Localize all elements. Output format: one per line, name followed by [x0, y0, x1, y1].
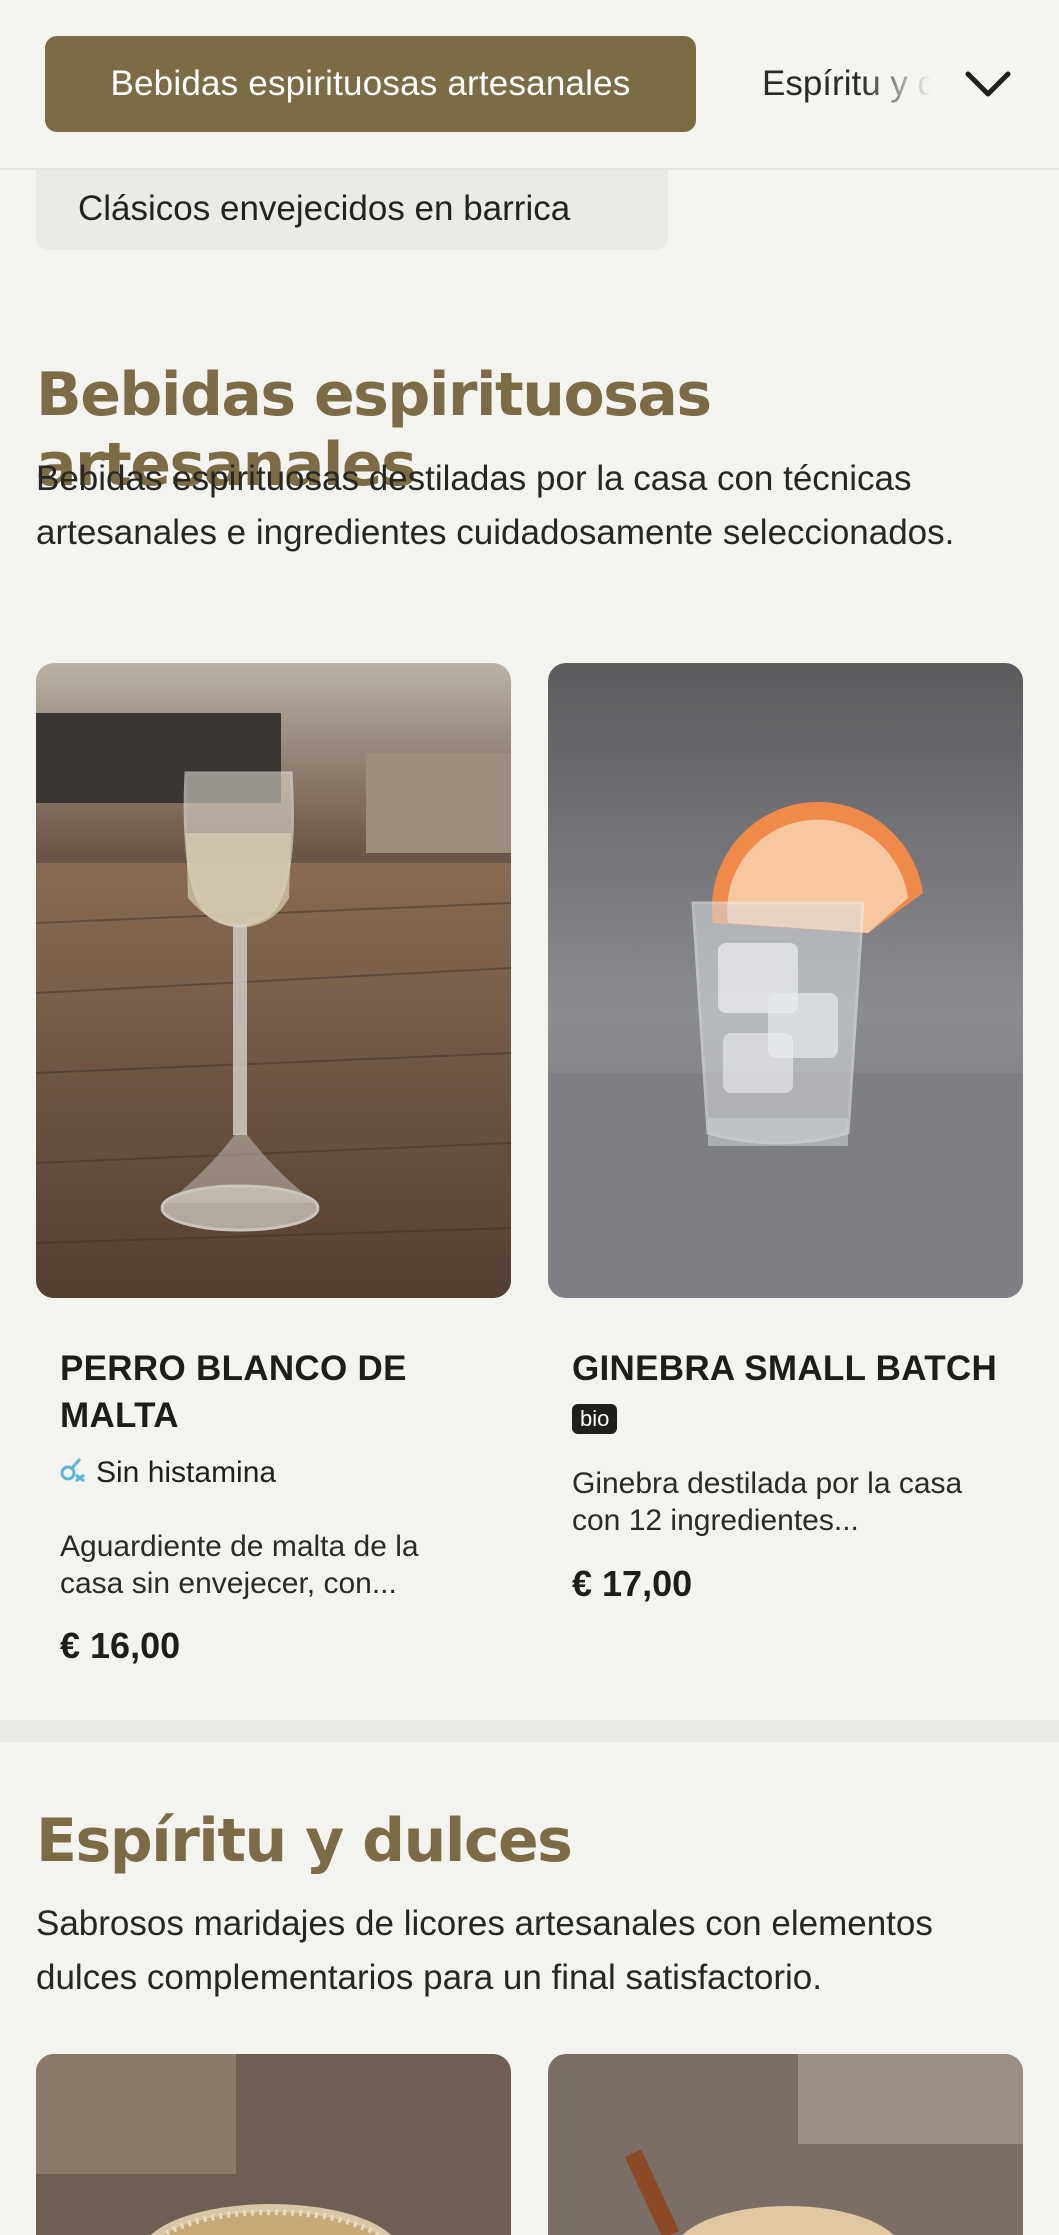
section-description: Sabrosos maridajes de licores artesanale… — [36, 1904, 933, 1997]
product-description: Aguardiente de malta de la casa sin enve… — [60, 1530, 419, 1600]
histamine-free-icon — [58, 1455, 86, 1491]
product-description: Ginebra destilada por la casa con 12 ing… — [572, 1467, 963, 1537]
organic-badge: bio — [572, 1404, 618, 1434]
category-tab-active[interactable]: Bebidas espirituosas artesanales — [45, 36, 696, 132]
product-image[interactable] — [548, 2054, 1023, 2235]
allergen-tag: Sin histamina — [58, 1455, 276, 1491]
product-price: € 16,00 — [60, 1625, 181, 1666]
chevron-down-icon[interactable] — [958, 58, 1018, 110]
allergen-label: Sin histamina — [96, 1456, 277, 1489]
section-title: Espíritu y dulces — [36, 1806, 573, 1876]
section-description: Bebidas espirituosas destiladas por la c… — [36, 459, 955, 552]
product-image[interactable] — [36, 663, 511, 1298]
product-image[interactable] — [36, 2054, 511, 2235]
category-bar: Bebidas espirituosas artesanales Espírit… — [0, 0, 1059, 170]
category-fade-overlay — [860, 40, 950, 128]
product-price: € 17,00 — [572, 1563, 693, 1604]
section-divider — [0, 1720, 1059, 1742]
product-image[interactable] — [548, 663, 1023, 1298]
product-name[interactable]: PERRO BLANCO DE MALTA — [60, 1345, 480, 1439]
product-name[interactable]: GINEBRA SMALL BATCH — [572, 1345, 1012, 1392]
